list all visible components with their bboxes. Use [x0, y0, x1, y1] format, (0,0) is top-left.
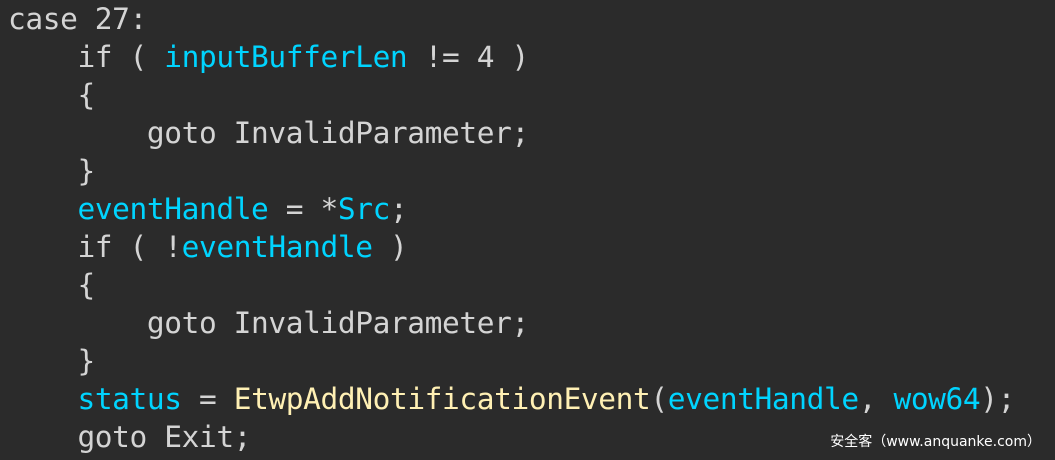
code-token-default [8, 382, 77, 416]
code-token-default: goto InvalidParameter; [8, 306, 529, 340]
code-token-default: ; [389, 192, 408, 226]
code-token-default [8, 192, 77, 226]
code-line: { [8, 266, 95, 304]
watermark-text: 安全客（www.anquanke.com） [830, 434, 1041, 450]
code-token-default: ); [980, 382, 1015, 416]
code-line: goto InvalidParameter; [8, 304, 529, 342]
code-editor: case 27: if ( inputBufferLen != 4 ) { go… [0, 0, 1055, 460]
code-token-identifier: eventHandle [77, 192, 269, 226]
code-token-default: = [181, 382, 234, 416]
code-token-function: EtwpAddNotificationEvent [233, 382, 651, 416]
code-token-default: = * [268, 192, 338, 226]
code-line: eventHandle = *Src; [8, 190, 407, 228]
code-line: goto InvalidParameter; [8, 114, 529, 152]
code-token-identifier: wow64 [893, 382, 981, 416]
code-token-default: case 27: [8, 2, 147, 36]
code-token-default: } [8, 344, 95, 378]
code-token-default: } [8, 154, 95, 188]
code-token-default: , [858, 382, 894, 416]
code-line: status = EtwpAddNotificationEvent(eventH… [8, 380, 1015, 418]
code-token-identifier: eventHandle [181, 230, 373, 264]
code-token-default: if ( [8, 40, 165, 74]
code-token-default: { [8, 78, 95, 112]
code-token-default: != 4 ) [407, 40, 530, 74]
code-line: goto Exit; [8, 418, 251, 456]
code-line: } [8, 152, 95, 190]
code-token-default: ) [372, 230, 408, 264]
code-token-identifier: Src [337, 192, 390, 226]
code-token-default: if ( ! [8, 230, 182, 264]
code-line: if ( inputBufferLen != 4 ) [8, 38, 529, 76]
code-token-identifier: inputBufferLen [164, 40, 408, 74]
code-token-default: { [8, 268, 95, 302]
code-line: if ( !eventHandle ) [8, 228, 407, 266]
code-line: case 27: [8, 0, 147, 38]
code-token-default: ( [650, 382, 668, 416]
code-token-identifier: eventHandle [667, 382, 859, 416]
code-line: } [8, 342, 95, 380]
code-token-default: goto Exit; [8, 420, 252, 454]
code-token-default: goto InvalidParameter; [8, 116, 529, 150]
code-line: { [8, 76, 95, 114]
code-token-identifier: status [77, 382, 182, 416]
